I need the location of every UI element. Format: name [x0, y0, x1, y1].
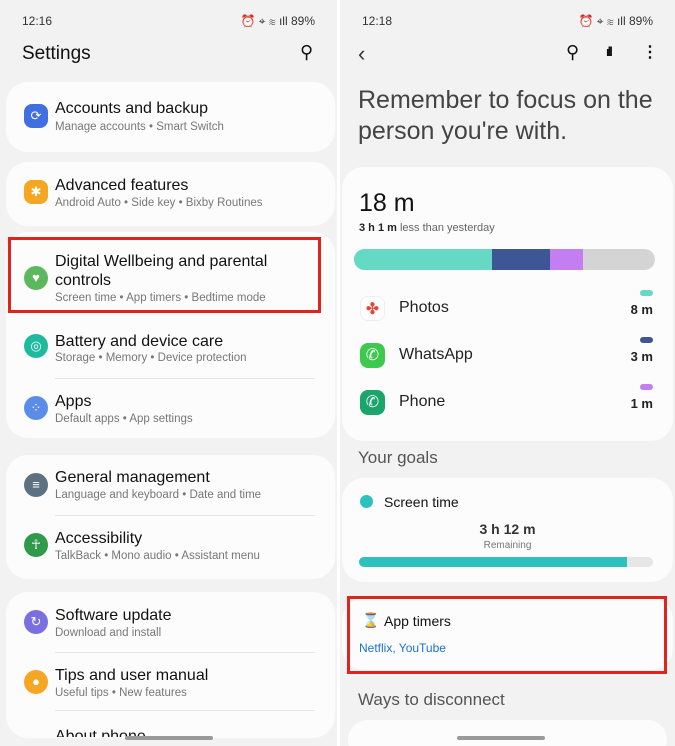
settings-group-1: ⟳ Accounts and backup Manage accounts • … — [6, 82, 335, 152]
item-title: General management — [55, 469, 210, 486]
highlight-box — [347, 596, 667, 674]
app-time: 1 m — [630, 396, 653, 411]
usage-segment-photos — [354, 249, 493, 270]
divider — [55, 710, 315, 711]
app-color-marker — [640, 384, 653, 390]
digital-wellbeing-screen: 12:18 ⏰ ⌖ ≋ ıll 89% ‹ ⚲ ıll ⋮ Remember to… — [340, 0, 675, 746]
item-subtitle: Android Auto • Side key • Bixby Routines — [55, 197, 263, 209]
item-title: Battery and device care — [55, 333, 224, 350]
headline: Remember to focus on the person you're w… — [358, 86, 653, 145]
item-subtitle: Download and install — [55, 627, 162, 639]
item-subtitle: Storage • Memory • Device protection — [55, 352, 247, 364]
app-time: 8 m — [630, 302, 653, 317]
more-options-icon[interactable]: ⋮ — [642, 42, 658, 62]
goal-label: Screen time — [384, 494, 459, 510]
page-title: Settings — [22, 43, 91, 64]
app-color-marker — [640, 290, 653, 296]
app-usage-row[interactable]: ✤ Photos 8 m — [342, 286, 673, 330]
app-name: Photos — [399, 299, 449, 316]
bulb-icon: ● — [24, 670, 48, 694]
usage-segment-whatsapp — [492, 249, 550, 270]
app-color-marker — [640, 337, 653, 343]
total-screen-time: 18 m — [359, 189, 415, 217]
settings-item-tips[interactable]: ● Tips and user manual Useful tips • New… — [6, 654, 335, 710]
item-title: Apps — [55, 393, 92, 410]
screen-time-goal-card[interactable]: Screen time 3 h 12 m Remaining — [342, 478, 673, 582]
clock: 12:18 — [362, 14, 393, 28]
home-handle[interactable] — [457, 736, 545, 740]
gear-plus-icon: ✱ — [24, 180, 48, 204]
goal-progress-fill — [359, 557, 627, 567]
settings-item-advanced[interactable]: ✱ Advanced features Android Auto • Side … — [6, 162, 335, 226]
settings-screen: 12:16 ⏰ ⌖ ≋ ıll 89% Settings ⚲ ⟳ Accounts… — [0, 0, 337, 746]
clock: 12:16 — [22, 14, 53, 28]
search-icon[interactable]: ⚲ — [566, 42, 579, 63]
clock-icon — [360, 495, 373, 508]
settings-item-software-update[interactable]: ↻ Software update Download and install — [6, 592, 335, 650]
divider — [55, 378, 315, 379]
item-subtitle: Manage accounts • Smart Switch — [55, 121, 224, 133]
accessibility-icon: ☥ — [24, 533, 48, 557]
app-time: 3 m — [630, 349, 653, 364]
settings-group-5: ↻ Software update Download and install ●… — [6, 592, 335, 738]
usage-segment-phone — [549, 249, 583, 270]
comparison-amount: 3 h 1 m — [359, 222, 397, 234]
settings-item-general-management[interactable]: ≡ General management Language and keyboa… — [6, 455, 335, 513]
ways-to-disconnect-header: Ways to disconnect — [358, 690, 505, 709]
status-bar: 12:16 ⏰ ⌖ ≋ ıll 89% — [22, 14, 315, 29]
item-title: Accessibility — [55, 530, 143, 547]
settings-group-4: ≡ General management Language and keyboa… — [6, 455, 335, 579]
status-icons: ⏰ ⌖ ≋ ıll 89% — [240, 14, 316, 28]
sync-icon: ⟳ — [24, 104, 48, 128]
item-subtitle: TalkBack • Mono audio • Assistant menu — [55, 550, 260, 562]
item-title: Software update — [55, 607, 172, 624]
device-care-icon: ◎ — [24, 334, 48, 358]
back-icon[interactable]: ‹ — [358, 41, 365, 67]
settings-item-battery[interactable]: ◎ Battery and device care Storage • Memo… — [6, 320, 335, 372]
goal-progress-bar — [359, 557, 653, 567]
app-usage-row[interactable]: ✆ Phone 1 m — [342, 380, 673, 424]
phone-icon: ✆ — [360, 390, 385, 415]
home-handle[interactable] — [125, 736, 213, 740]
highlight-box — [8, 237, 321, 313]
app-name: Phone — [399, 393, 446, 410]
apps-grid-icon: ⁘ — [24, 396, 48, 420]
settings-item-apps[interactable]: ⁘ Apps Default apps • App settings — [6, 380, 335, 436]
item-title: Tips and user manual — [55, 667, 209, 684]
update-icon: ↻ — [24, 610, 48, 634]
search-icon[interactable]: ⚲ — [300, 42, 313, 63]
goal-remaining-caption: Remaining — [483, 540, 532, 551]
divider — [55, 515, 315, 516]
item-subtitle: Language and keyboard • Date and time — [55, 489, 262, 501]
item-subtitle: Default apps • App settings — [55, 413, 193, 425]
app-usage-row[interactable]: ✆ WhatsApp 3 m — [342, 333, 673, 377]
usage-bar — [354, 249, 655, 270]
item-title: Accounts and backup — [55, 100, 208, 117]
signal-chart-icon[interactable]: ıll — [606, 44, 613, 59]
ways-to-disconnect-card[interactable] — [348, 720, 667, 746]
sliders-icon: ≡ — [24, 473, 48, 497]
comparison-text: 3 h 1 m less than yesterday — [359, 222, 495, 234]
settings-group-2: ✱ Advanced features Android Auto • Side … — [6, 162, 335, 226]
google-photos-icon: ✤ — [360, 296, 385, 321]
status-icons: ⏰ ⌖ ≋ ıll 89% — [578, 14, 654, 28]
usage-card[interactable]: 18 m 3 h 1 m less than yesterday ✤ Photo… — [342, 167, 673, 441]
whatsapp-icon: ✆ — [360, 343, 385, 368]
item-title: Advanced features — [55, 177, 189, 194]
goals-header: Your goals — [358, 448, 438, 467]
item-subtitle: Useful tips • New features — [55, 687, 187, 699]
settings-item-accounts[interactable]: ⟳ Accounts and backup Manage accounts • … — [6, 82, 335, 152]
settings-item-about-phone[interactable]: About phone — [6, 717, 335, 737]
settings-item-accessibility[interactable]: ☥ Accessibility TalkBack • Mono audio • … — [6, 517, 335, 577]
app-name: WhatsApp — [399, 346, 473, 363]
status-bar: 12:18 ⏰ ⌖ ≋ ıll 89% — [362, 14, 653, 29]
divider — [55, 652, 315, 653]
comparison-label: less than yesterday — [396, 222, 495, 234]
goal-remaining-value: 3 h 12 m — [479, 521, 536, 537]
